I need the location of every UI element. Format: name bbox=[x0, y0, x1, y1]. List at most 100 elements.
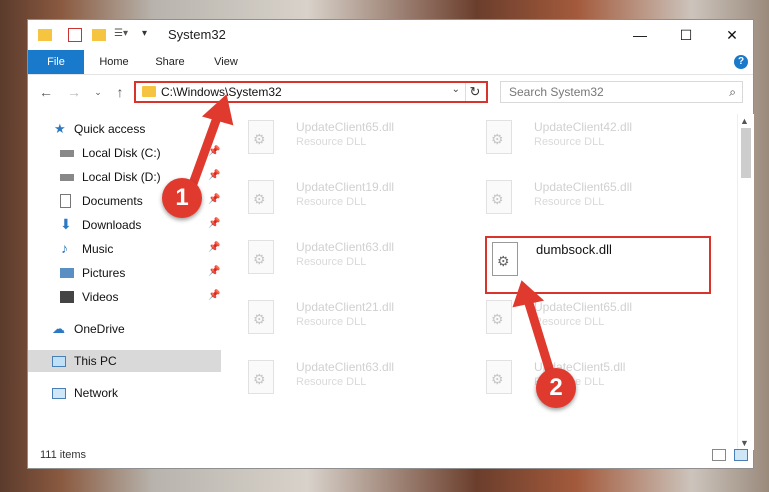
dll-file-icon bbox=[486, 360, 512, 394]
help-icon[interactable]: ? bbox=[734, 55, 748, 69]
sidebar-item-videos[interactable]: Videos 📌 bbox=[28, 286, 221, 308]
scroll-up-icon[interactable]: ▲ bbox=[740, 116, 749, 126]
tab-home[interactable]: Home bbox=[92, 50, 136, 74]
sidebar-item-this-pc[interactable]: This PC bbox=[28, 350, 221, 372]
sidebar-item-label: Local Disk (C:) bbox=[82, 146, 161, 160]
sidebar-item-label: Pictures bbox=[82, 266, 126, 280]
recent-locations-icon[interactable]: ⌄ bbox=[90, 84, 106, 100]
dll-file-icon bbox=[486, 300, 512, 334]
callout-badge-2: 2 bbox=[536, 368, 576, 408]
file-type: Resource DLL bbox=[296, 256, 367, 268]
quick-access-toolbar-dropdown-icon[interactable]: ▾ bbox=[142, 28, 156, 42]
pin-icon[interactable]: 📌 bbox=[208, 266, 220, 277]
file-type: Resource DLL bbox=[296, 376, 367, 388]
sidebar-item-downloads[interactable]: ⬇ Downloads 📌 bbox=[28, 214, 221, 236]
tab-share[interactable]: Share bbox=[148, 50, 192, 74]
pin-icon[interactable]: 📌 bbox=[208, 146, 220, 157]
file-name: UpdateClient21.dll bbox=[296, 300, 395, 314]
network-icon bbox=[52, 388, 66, 399]
customize-icon[interactable]: ☰▾ bbox=[114, 28, 128, 42]
item-count: 111 items bbox=[40, 449, 87, 461]
file-item[interactable]: UpdateClient65.dll Resource DLL bbox=[480, 294, 700, 350]
star-icon: ★ bbox=[54, 121, 66, 136]
new-folder-icon[interactable] bbox=[92, 29, 106, 41]
file-name: UpdateClient63.dll bbox=[296, 240, 395, 254]
maximize-button[interactable]: ☐ bbox=[663, 20, 709, 50]
sidebar-item-label: Quick access bbox=[74, 122, 146, 136]
tab-view[interactable]: View bbox=[204, 50, 248, 74]
file-item[interactable]: UpdateClient63.dll Resource DLL bbox=[242, 354, 462, 410]
sidebar-item-label: Downloads bbox=[82, 218, 142, 232]
sidebar-item-network[interactable]: Network bbox=[28, 382, 221, 404]
file-type: Resource DLL bbox=[296, 196, 367, 208]
minimize-button[interactable]: — bbox=[617, 20, 663, 50]
sidebar-item-label: OneDrive bbox=[74, 322, 125, 336]
sidebar-item-music[interactable]: ♪ Music 📌 bbox=[28, 238, 221, 260]
address-bar[interactable]: C:\Windows\System32 ⌄ ↻ bbox=[134, 81, 488, 103]
forward-arrow-icon[interactable]: → bbox=[66, 84, 82, 100]
search-input[interactable]: Search System32 ⌕ bbox=[500, 81, 743, 103]
chevron-down-icon[interactable]: ⌄ bbox=[452, 84, 460, 95]
sidebar-item-label: Documents bbox=[82, 194, 143, 208]
file-name: UpdateClient19.dll bbox=[296, 180, 395, 194]
file-item[interactable]: UpdateClient65.dll Resource DLL bbox=[480, 174, 700, 230]
large-icons-view-icon[interactable] bbox=[734, 449, 748, 461]
file-highlight-box bbox=[485, 236, 711, 294]
sidebar-item-label: Music bbox=[82, 242, 114, 256]
file-type: Resource DLL bbox=[534, 136, 605, 148]
pin-icon[interactable]: 📌 bbox=[208, 170, 220, 181]
sidebar-item-label: This PC bbox=[74, 354, 117, 368]
videos-icon bbox=[60, 291, 74, 303]
file-item[interactable]: UpdateClient63.dll Resource DLL bbox=[242, 234, 462, 290]
pin-icon[interactable]: 📌 bbox=[208, 194, 220, 205]
music-icon: ♪ bbox=[61, 240, 68, 256]
pin-icon[interactable]: 📌 bbox=[208, 290, 220, 301]
drive-icon bbox=[60, 150, 74, 157]
file-item[interactable]: UpdateClient19.dll Resource DLL bbox=[242, 174, 462, 230]
sidebar-item-pictures[interactable]: Pictures 📌 bbox=[28, 262, 221, 284]
folder-icon bbox=[142, 86, 156, 97]
documents-icon bbox=[60, 194, 71, 208]
sidebar-item-label: Videos bbox=[82, 290, 119, 304]
pin-icon[interactable]: 📌 bbox=[208, 242, 220, 253]
dll-file-icon bbox=[248, 300, 274, 334]
search-icon: ⌕ bbox=[729, 85, 736, 99]
pin-icon[interactable]: 📌 bbox=[208, 218, 220, 229]
dll-file-icon bbox=[248, 180, 274, 214]
file-item[interactable]: UpdateClient5.dll Resource DLL bbox=[480, 354, 700, 410]
back-arrow-icon[interactable]: ← bbox=[38, 84, 54, 100]
sidebar-item-label: Local Disk (D:) bbox=[82, 170, 161, 184]
status-bar: 111 items bbox=[28, 444, 753, 468]
dll-file-icon bbox=[248, 240, 274, 274]
close-button[interactable]: ✕ bbox=[709, 20, 755, 50]
navigation-pane: ★ Quick access Local Disk (C:) 📌 Local D… bbox=[28, 114, 221, 444]
refresh-icon[interactable]: ↻ bbox=[465, 83, 484, 101]
sidebar-item-local-disk-c[interactable]: Local Disk (C:) 📌 bbox=[28, 142, 221, 164]
dll-file-icon bbox=[486, 120, 512, 154]
sidebar-item-onedrive[interactable]: ☁ OneDrive bbox=[28, 318, 221, 340]
file-type: Resource DLL bbox=[296, 316, 367, 328]
window-title: System32 bbox=[168, 27, 226, 42]
dll-file-icon bbox=[248, 120, 274, 154]
scrollbar-thumb[interactable] bbox=[741, 128, 751, 178]
title-bar: ☰▾ ▾ System32 — ☐ ✕ bbox=[28, 20, 753, 50]
properties-icon[interactable] bbox=[68, 28, 82, 42]
search-placeholder: Search System32 bbox=[509, 85, 604, 99]
file-item[interactable]: UpdateClient21.dll Resource DLL bbox=[242, 294, 462, 350]
details-view-icon[interactable] bbox=[712, 449, 726, 461]
cloud-icon: ☁ bbox=[52, 321, 65, 336]
navigation-bar: ← → ⌄ ↑ C:\Windows\System32 ⌄ ↻ Search S… bbox=[28, 76, 753, 108]
file-name: UpdateClient65.dll bbox=[534, 300, 633, 314]
folder-icon bbox=[38, 29, 52, 41]
address-path: C:\Windows\System32 bbox=[161, 85, 282, 99]
vertical-scrollbar[interactable]: ▲ ▼ bbox=[737, 114, 754, 450]
tab-file[interactable]: File bbox=[28, 50, 84, 74]
file-type: Resource DLL bbox=[534, 316, 605, 328]
sidebar-item-quick-access[interactable]: ★ Quick access bbox=[28, 118, 221, 140]
file-item[interactable]: UpdateClient42.dll Resource DLL bbox=[480, 114, 700, 170]
file-name: UpdateClient65.dll bbox=[296, 120, 395, 134]
file-item[interactable]: UpdateClient65.dll Resource DLL bbox=[242, 114, 462, 170]
up-arrow-icon[interactable]: ↑ bbox=[112, 84, 128, 100]
ribbon-tabs: File Home Share View ? bbox=[28, 50, 753, 75]
file-name: UpdateClient65.dll bbox=[534, 180, 633, 194]
